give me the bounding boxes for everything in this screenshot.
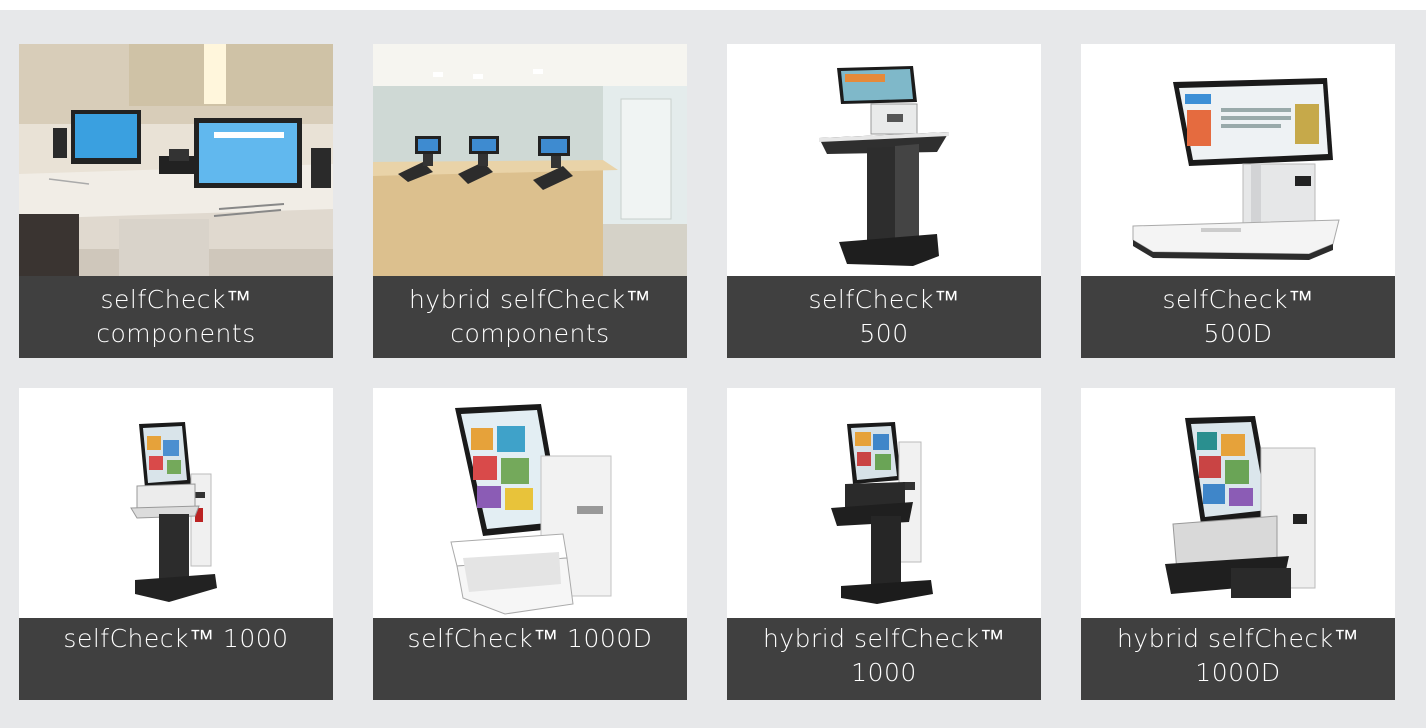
- product-grid: selfCheck™ components hybrid selfCheck™ …: [0, 10, 1426, 728]
- caption-line-1: selfCheck™ 1000: [63, 624, 289, 653]
- caption-line-1: selfCheck™ 1000D: [407, 624, 653, 653]
- product-caption: selfCheck™ components: [19, 276, 333, 358]
- product-image-selfcheck-1000: [19, 388, 333, 618]
- product-card-hybrid-selfcheck-1000d[interactable]: hybrid selfCheck™ 1000D: [1081, 388, 1395, 700]
- product-caption: hybrid selfCheck™ 1000: [727, 618, 1041, 700]
- caption-line-1: hybrid selfCheck™: [408, 285, 652, 314]
- product-card-selfcheck-500d[interactable]: selfCheck™ 500D: [1081, 44, 1395, 358]
- product-image-selfcheck-500d: [1081, 44, 1395, 276]
- product-image-hybrid-selfcheck-1000: [727, 388, 1041, 618]
- product-card-hybrid-selfcheck-1000[interactable]: hybrid selfCheck™ 1000: [727, 388, 1041, 700]
- product-image-selfcheck-1000d: [373, 388, 687, 618]
- caption-line-1: selfCheck™: [808, 285, 960, 314]
- product-card-selfcheck-components[interactable]: selfCheck™ components: [19, 44, 333, 358]
- product-image-hybrid-selfcheck-1000d: [1081, 388, 1395, 618]
- product-caption: selfCheck™ 500: [727, 276, 1041, 358]
- caption-line-1: selfCheck™: [100, 285, 252, 314]
- product-card-hybrid-selfcheck-components[interactable]: hybrid selfCheck™ components: [373, 44, 687, 358]
- product-card-selfcheck-1000d[interactable]: selfCheck™ 1000D: [373, 388, 687, 700]
- product-card-selfcheck-1000[interactable]: selfCheck™ 1000: [19, 388, 333, 700]
- caption-line-2: components: [450, 319, 610, 348]
- caption-line-2: 1000: [851, 658, 917, 687]
- caption-line-1: hybrid selfCheck™: [1116, 624, 1360, 653]
- caption-line-2: 500D: [1203, 319, 1273, 348]
- caption-line-1: hybrid selfCheck™: [762, 624, 1006, 653]
- product-image-hybrid-selfcheck-components: [373, 44, 687, 276]
- product-caption: selfCheck™ 1000: [19, 618, 333, 700]
- product-caption: selfCheck™ 500D: [1081, 276, 1395, 358]
- product-card-selfcheck-500[interactable]: selfCheck™ 500: [727, 44, 1041, 358]
- product-image-selfcheck-500: [727, 44, 1041, 276]
- caption-line-2: 1000D: [1195, 658, 1281, 687]
- product-caption: hybrid selfCheck™ 1000D: [1081, 618, 1395, 700]
- caption-line-1: selfCheck™: [1162, 285, 1314, 314]
- product-image-selfcheck-components: [19, 44, 333, 276]
- product-caption: hybrid selfCheck™ components: [373, 276, 687, 358]
- caption-line-2: 500: [859, 319, 909, 348]
- product-caption: selfCheck™ 1000D: [373, 618, 687, 700]
- caption-line-2: components: [96, 319, 256, 348]
